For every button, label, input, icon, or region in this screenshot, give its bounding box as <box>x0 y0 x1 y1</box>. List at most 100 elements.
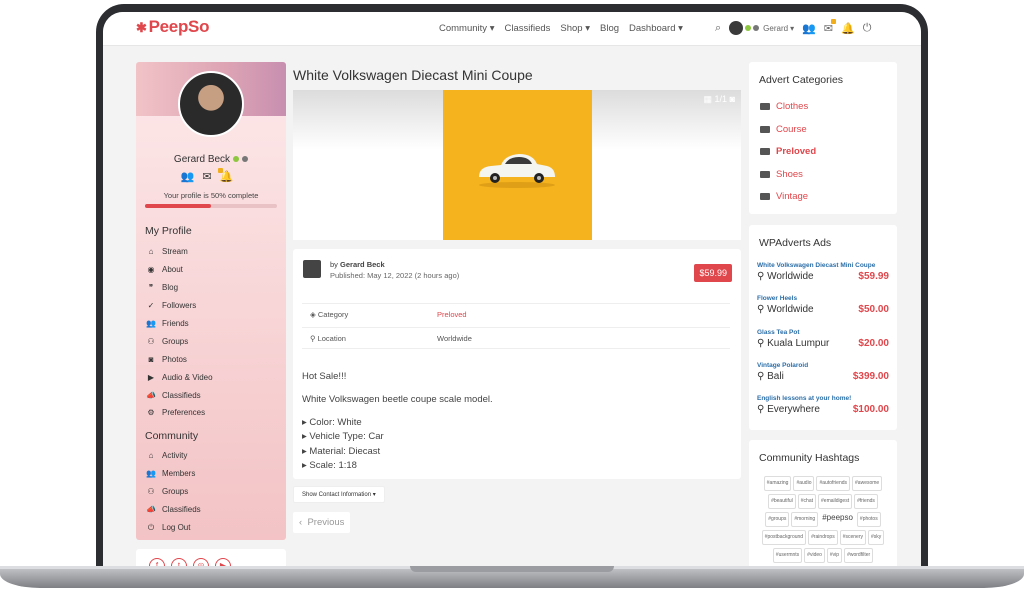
menu-item-label: Preferences <box>162 408 206 418</box>
menu-item-stream[interactable]: ⌂ Stream <box>145 243 213 261</box>
menu-item-members[interactable]: 👥 Members <box>145 465 201 483</box>
menu-item-blog[interactable]: ❞ Blog <box>145 279 213 297</box>
notifications-icon[interactable]: 🔔 <box>220 171 242 183</box>
bullhorn-icon: 📣 <box>146 390 156 400</box>
peepso-logo[interactable]: ✱ PeepSo <box>136 17 209 37</box>
menu-item-followers[interactable]: ✓ Followers <box>145 297 213 315</box>
nav-blog[interactable]: Blog <box>600 23 619 34</box>
hashtag-link[interactable]: #groups <box>765 512 790 527</box>
ad-item[interactable]: Glass Tea Pot ⚲ Kuala Lumpur $20.00 <box>757 329 889 349</box>
profile-avatar[interactable] <box>178 71 244 137</box>
hashtag-link[interactable]: #audio <box>793 476 815 491</box>
hashtag-link[interactable]: #peepso <box>820 511 855 524</box>
menu-item-log-out[interactable]: ⏻ Log Out <box>145 519 201 537</box>
folder-icon <box>760 170 770 178</box>
power-icon[interactable]: ⏻ <box>863 22 872 35</box>
menu-item-classifieds[interactable]: 📣 Classifieds <box>145 386 213 404</box>
hashtag-link[interactable]: #awesome <box>852 476 883 491</box>
menu-item-activity[interactable]: ⌂ Activity <box>145 447 201 465</box>
status-icon <box>242 156 249 162</box>
search-icon[interactable]: ⌕ <box>715 22 721 35</box>
show-contact-button[interactable]: Show Contact Information ▾ <box>293 486 385 503</box>
hashtag-link[interactable]: #usermnts <box>772 548 803 563</box>
messages-icon[interactable]: ✉ <box>824 18 837 35</box>
hashtag-link[interactable]: #chat <box>797 494 817 509</box>
ad-item[interactable]: English lessons at your home! ⚲ Everywher… <box>757 395 889 415</box>
hashtag-link[interactable]: #scenery <box>839 530 867 545</box>
ad-location: ⚲ Kuala Lumpur <box>757 337 830 349</box>
location-value: Worldwide <box>437 334 472 343</box>
nav-classifieds[interactable]: Classifieds <box>504 23 550 34</box>
hashtag-link[interactable]: #video <box>804 548 825 563</box>
hashtag-link[interactable]: #raindrops <box>808 530 838 545</box>
menu-item-audio-video[interactable]: ▶ Audio & Video <box>145 368 213 386</box>
ad-item[interactable]: White Volkswagen Diecast Mini Coupe ⚲ Wor… <box>757 262 889 282</box>
menu-item-photos[interactable]: ◙ Photos <box>145 350 213 368</box>
listing-details-card: by Gerard Beck Published: May 12, 2022 (… <box>293 249 741 479</box>
menu-item-label: Stream <box>162 247 188 257</box>
hashtag-link[interactable]: #vip <box>826 548 843 563</box>
wpadverts-widget: WPAdverts Ads White Volkswagen Diecast M… <box>749 225 897 430</box>
profile-name[interactable]: Gerard Beck <box>136 154 286 165</box>
user-menu[interactable]: Gerard ▾ <box>729 21 794 35</box>
menu-item-about[interactable]: ◉ About <box>145 261 213 279</box>
hashtag-link[interactable]: #autofriends <box>816 476 851 491</box>
category-link[interactable]: Vintage <box>760 191 808 202</box>
hashtag-link[interactable]: #sky <box>868 530 885 545</box>
menu-item-friends[interactable]: 👥 Friends <box>145 315 213 333</box>
category-value[interactable]: Preloved <box>437 310 467 319</box>
menu-item-groups[interactable]: ⚇ Groups <box>145 483 201 501</box>
camera-icon: ◙ <box>729 94 735 104</box>
nav-shop[interactable]: Shop ▾ <box>560 23 590 34</box>
nav-dashboard[interactable]: Dashboard ▾ <box>629 23 683 34</box>
previous-link[interactable]: ‹ Previous <box>293 512 351 533</box>
chevron-left-icon: ‹ <box>299 517 303 528</box>
gallery-counter: ▦ 1/1 ◙ <box>703 94 736 104</box>
tag-icon: ◈ <box>310 310 316 319</box>
laptop-frame: ✱ PeepSo Community ▾ Classifieds Shop ▾ B… <box>96 4 928 572</box>
menu-item-classifieds[interactable]: 📣 Classifieds <box>145 501 201 519</box>
category-link[interactable]: Clothes <box>760 101 808 112</box>
ad-location: ⚲ Worldwide <box>757 271 814 282</box>
profile-completion-bar <box>145 204 277 208</box>
ad-title[interactable]: Vintage Polaroid <box>757 362 889 369</box>
user-name: Gerard <box>763 23 789 33</box>
category-link[interactable]: Preloved <box>760 146 816 157</box>
ad-title[interactable]: Flower Heels <box>757 295 889 302</box>
hashtag-link[interactable]: #emaildigest <box>818 494 853 509</box>
hashtag-link[interactable]: #morning <box>791 512 819 527</box>
ad-title[interactable]: White Volkswagen Diecast Mini Coupe <box>757 262 889 269</box>
logo-mark-icon: ✱ <box>136 20 147 35</box>
menu-item-groups[interactable]: ⚇ Groups <box>145 332 213 350</box>
hashtag-link[interactable]: #beautiful <box>768 494 796 509</box>
ad-title[interactable]: English lessons at your home! <box>757 395 889 402</box>
map-pin-icon: ⚲ <box>310 334 316 343</box>
friends-icon[interactable]: 👥 <box>181 171 203 183</box>
ad-item[interactable]: Flower Heels ⚲ Worldwide $50.00 <box>757 295 889 315</box>
user-check-icon: ✓ <box>147 301 155 311</box>
notifications-icon[interactable]: 🔔 <box>841 22 855 35</box>
ad-title[interactable]: Glass Tea Pot <box>757 329 889 336</box>
nav-community[interactable]: Community ▾ <box>439 23 494 34</box>
users-icon: 👥 <box>146 469 156 479</box>
menu-item-preferences[interactable]: ⚙ Preferences <box>145 404 213 422</box>
spec-item: ▸ Material: Diecast <box>302 445 381 457</box>
hashtag-link[interactable]: #photos <box>856 512 881 527</box>
car-image <box>479 154 555 188</box>
ad-item[interactable]: Vintage Polaroid ⚲ Bali $399.00 <box>757 362 889 382</box>
seller-name[interactable]: Gerard Beck <box>340 260 385 269</box>
hashtag-link[interactable]: #amazing <box>763 476 792 491</box>
hashtag-link[interactable]: #friends <box>854 494 878 509</box>
hashtag-link[interactable]: #postbackground <box>761 530 807 545</box>
friends-icon[interactable]: 👥 <box>802 22 816 35</box>
folder-icon <box>760 103 770 110</box>
category-link[interactable]: Shoes <box>760 169 803 180</box>
folder-icon <box>760 148 770 155</box>
camera-icon: ◙ <box>148 354 154 364</box>
hashtag-link[interactable]: #wordfilter <box>844 548 874 563</box>
messages-icon[interactable]: ✉ <box>202 171 219 183</box>
seller-avatar[interactable] <box>303 260 321 278</box>
listing-gallery[interactable]: ▦ 1/1 ◙ <box>293 90 741 240</box>
listing-photo[interactable] <box>443 90 592 240</box>
category-link[interactable]: Course <box>760 124 807 135</box>
